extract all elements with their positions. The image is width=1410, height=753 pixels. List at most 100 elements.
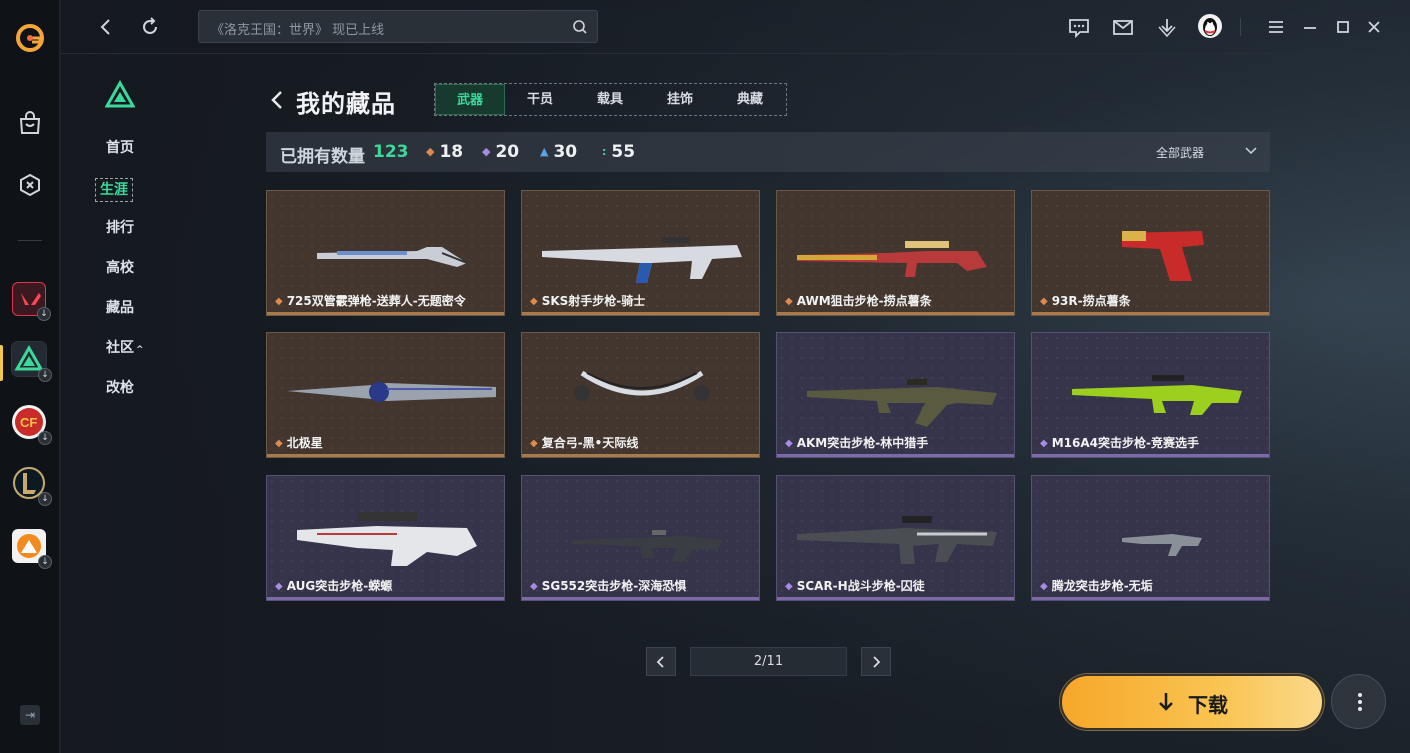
game-orange[interactable]: ↓ [12, 529, 52, 569]
weapon-name-text: AUG突击步枪-蝾螈 [286, 579, 393, 593]
search-bar[interactable]: 《洛克王国：世界》 现已上线 [198, 10, 598, 43]
nav-ranking[interactable]: 排行 [95, 218, 195, 258]
blue-chevron-icon: ▲ [540, 145, 549, 158]
chevron-up-icon: ^ [136, 345, 144, 355]
active-game-indicator [0, 345, 3, 381]
weapon-card[interactable]: ◆ AWM狙击步枪-捞点薯条 [776, 190, 1015, 316]
weapon-card[interactable]: ◆ AUG突击步枪-蝾螈 [266, 475, 505, 601]
stat-purple-value: 20 [495, 142, 520, 162]
download-badge-icon: ↓ [38, 368, 52, 382]
orange-diamond-icon: ◆ [426, 145, 435, 158]
rarity-bar [777, 597, 1014, 600]
page-indicator[interactable]: 2/11 [690, 647, 847, 676]
weapon-card[interactable]: ◆ M16A4突击步枪-竞赛选手 [1031, 332, 1270, 458]
tab-vehicles[interactable]: 载具 [575, 84, 645, 115]
next-page-button[interactable] [861, 647, 891, 676]
nav-career[interactable]: 生涯 [95, 178, 195, 218]
sks-rifle-image [542, 237, 742, 283]
minimize-icon[interactable] [1298, 15, 1322, 39]
download-badge-icon: ↓ [38, 431, 52, 445]
tab-weapons[interactable]: 武器 [435, 84, 505, 115]
orange-diamond-icon: ◆ [275, 296, 283, 307]
nav-gunsmith-label: 改枪 [106, 380, 134, 396]
launcher-logo-icon[interactable] [15, 23, 45, 53]
rarity-bar [777, 454, 1014, 457]
weapon-filter-dropdown[interactable]: 全部武器 [1156, 144, 1204, 161]
weapon-name: ◆ 复合弓-黑•天际线 [530, 434, 638, 451]
download-arrow-icon [1159, 693, 1173, 711]
top-bar: 《洛克王国：世界》 现已上线 [61, 0, 1410, 54]
weapon-name-text: SG552突击步枪-深海恐惧 [541, 579, 687, 593]
weapon-name-text: 腾龙突击步枪-无垢 [1051, 579, 1153, 593]
weapon-card[interactable]: ◆ 北极星 [266, 332, 505, 458]
purple-diamond-icon: ◆ [1040, 438, 1048, 449]
nav-collection[interactable]: 藏品 [95, 298, 195, 338]
more-dot [1358, 707, 1362, 711]
chevron-down-icon[interactable] [1244, 146, 1258, 156]
weapon-card[interactable]: ◆ AKM突击步枪-林中猎手 [776, 332, 1015, 458]
owned-summary-bar: 已拥有数量 123 ◆ 18 ◆ 20 ▲ 30 :55 全部武器 [266, 132, 1270, 172]
weapon-card[interactable]: ◆ SKS射手步枪-骑士 [521, 190, 760, 316]
page-back-icon[interactable] [268, 88, 286, 112]
purple-diamond-icon: ◆ [530, 581, 538, 592]
weapon-name: ◆ AWM狙击步枪-捞点薯条 [785, 292, 932, 309]
nav-gunsmith[interactable]: 改枪 [95, 378, 195, 418]
search-icon[interactable] [572, 19, 588, 35]
nav-community[interactable]: 社区 ^ [95, 338, 195, 378]
download-button[interactable]: 下载 [1060, 674, 1324, 730]
scar-h-rifle-image [797, 516, 997, 564]
menu-icon[interactable] [1264, 15, 1288, 39]
nav-home[interactable]: 首页 [95, 138, 195, 178]
nav-home-label: 首页 [106, 140, 134, 156]
weapon-name: ◆ 725双管霰弹枪-送葬人-无题密令 [275, 292, 466, 309]
stat-orange: ◆ 18 [426, 142, 463, 162]
weapon-card[interactable]: ◆ 93R-捞点薯条 [1031, 190, 1270, 316]
maximize-icon[interactable] [1331, 15, 1355, 39]
collapse-sidebar-icon[interactable]: ⇥ [20, 705, 40, 725]
rarity-bar [267, 454, 504, 457]
shop-bag-icon[interactable] [17, 110, 43, 136]
game-crossfire[interactable]: CF ↓ [12, 405, 52, 445]
nav-college[interactable]: 高校 [95, 258, 195, 298]
orange-diamond-icon: ◆ [275, 438, 283, 449]
download-manager-icon[interactable] [1155, 15, 1179, 39]
close-icon[interactable] [1362, 15, 1386, 39]
chevron-left-icon [656, 656, 664, 668]
tab-charms[interactable]: 挂饰 [645, 84, 715, 115]
weapon-card[interactable]: ◆ 复合弓-黑•天际线 [521, 332, 760, 458]
orange-diamond-icon: ◆ [530, 438, 538, 449]
weapon-name-text: SKS射手步枪-骑士 [541, 294, 646, 308]
weapon-card[interactable]: ◆ SCAR-H战斗步枪-囚徒 [776, 475, 1015, 601]
games-hex-icon[interactable] [17, 172, 43, 198]
weapon-grid: ◆ 725双管霰弹枪-送葬人-无题密令 ◆ SKS射手步枪-骑士 ◆ AWM狙击步枪-… [266, 190, 1270, 601]
tab-archive[interactable]: 典藏 [715, 84, 785, 115]
mail-icon[interactable] [1111, 15, 1135, 39]
more-options-button[interactable] [1331, 674, 1386, 729]
more-dot [1358, 700, 1362, 704]
orange-diamond-icon: ◆ [530, 296, 538, 307]
tab-operators[interactable]: 干员 [505, 84, 575, 115]
weapon-card[interactable]: ◆ 腾龙突击步枪-无垢 [1031, 475, 1270, 601]
purple-diamond-icon: ◆ [785, 438, 793, 449]
prev-page-button[interactable] [646, 647, 676, 676]
chat-icon[interactable] [1067, 15, 1091, 39]
back-icon[interactable] [94, 15, 118, 39]
stat-green-value: 55 [611, 142, 636, 162]
download-badge-icon: ↓ [38, 555, 52, 569]
weapon-card[interactable]: ◆ SG552突击步枪-深海恐惧 [521, 475, 760, 601]
rarity-bar [522, 312, 759, 315]
refresh-icon[interactable] [138, 15, 162, 39]
game-valorant[interactable]: ↓ [12, 282, 51, 321]
side-nav: 首页 生涯 排行 高校 藏品 社区 ^ 改枪 [95, 79, 195, 418]
weapon-card[interactable]: ◆ 725双管霰弹枪-送葬人-无题密令 [266, 190, 505, 316]
collection-tabs: 武器 干员 载具 挂饰 典藏 [434, 83, 787, 116]
tenglong-rifle-image [1122, 534, 1202, 556]
game-delta-force[interactable]: ↓ [11, 341, 52, 382]
game-league-of-legends[interactable]: ↓ [12, 466, 52, 506]
nav-community-label: 社区 [106, 340, 134, 356]
weapon-name-text: M16A4突击步枪-竞赛选手 [1051, 436, 1199, 450]
stat-blue-value: 30 [553, 142, 578, 162]
user-avatar[interactable] [1198, 14, 1222, 38]
rarity-bar [777, 312, 1014, 315]
pistol-93r-image [1122, 231, 1204, 281]
